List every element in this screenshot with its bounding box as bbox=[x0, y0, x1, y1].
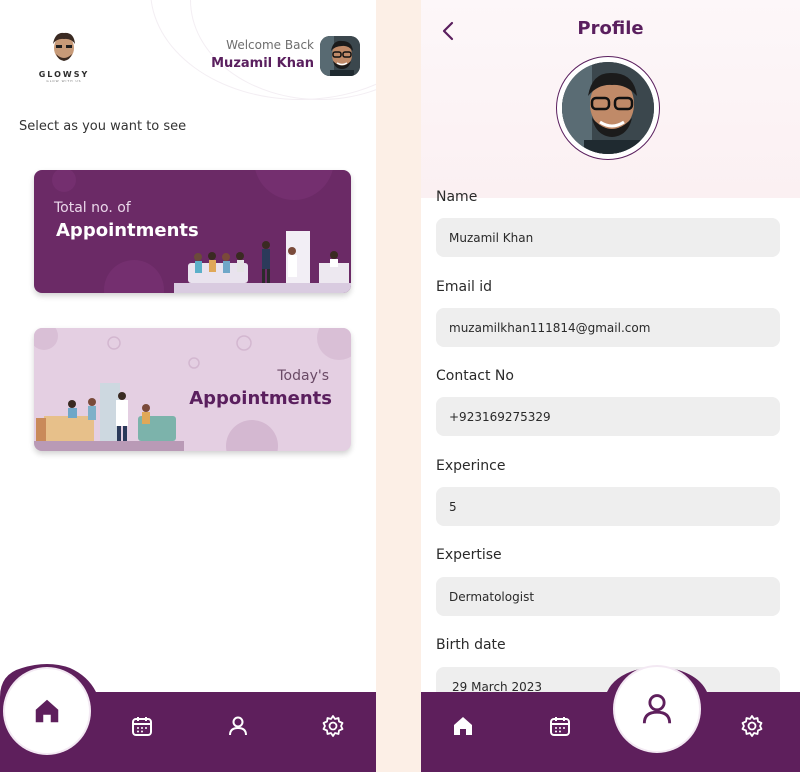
card-total-line1: Total no. of bbox=[54, 200, 131, 216]
logo-text: GLOWSY bbox=[38, 70, 90, 79]
settings-icon bbox=[322, 715, 344, 737]
card-today-line2: Appointments bbox=[189, 388, 332, 409]
settings-icon bbox=[741, 715, 763, 737]
nav-settings-button[interactable] bbox=[319, 712, 347, 740]
profile-screen: Profile Name Email id Contact No Experin… bbox=[421, 0, 800, 772]
name-field[interactable] bbox=[436, 218, 780, 257]
nav-home-button[interactable] bbox=[5, 669, 89, 753]
select-prompt: Select as you want to see bbox=[19, 119, 187, 134]
expertise-label: Expertise bbox=[436, 547, 502, 563]
user-photo bbox=[320, 36, 360, 76]
profile-avatar[interactable] bbox=[556, 56, 660, 160]
user-avatar[interactable] bbox=[320, 36, 360, 76]
contact-field[interactable] bbox=[436, 397, 780, 436]
nav-calendar-button[interactable] bbox=[546, 712, 574, 740]
user-name: Muzamil Khan bbox=[211, 56, 314, 71]
calendar-icon bbox=[132, 717, 152, 736]
contact-label: Contact No bbox=[436, 368, 514, 384]
nav-profile-button[interactable] bbox=[615, 667, 699, 751]
name-label: Name bbox=[436, 189, 478, 205]
nav-profile-button[interactable] bbox=[224, 712, 252, 740]
today-appointments-card[interactable]: Today's Appointments bbox=[34, 328, 351, 451]
birth-date-label: Birth date bbox=[436, 637, 506, 653]
nav-home-button[interactable] bbox=[449, 712, 477, 740]
welcome-block: Welcome Back Muzamil Khan bbox=[211, 38, 314, 71]
profile-photo-image bbox=[562, 62, 654, 154]
waiting-room-illustration bbox=[174, 231, 351, 293]
bottom-navigation bbox=[0, 662, 376, 772]
screen-divider bbox=[376, 0, 421, 772]
logo-tagline: GLOW WITH US bbox=[46, 79, 82, 83]
clinic-illustration bbox=[34, 383, 184, 451]
experience-label: Experince bbox=[436, 458, 506, 474]
page-title: Profile bbox=[577, 18, 644, 39]
expertise-field[interactable] bbox=[436, 577, 780, 616]
card-today-line1: Today's bbox=[277, 368, 329, 384]
bottom-navigation bbox=[421, 662, 800, 772]
glowsy-logo: GLOWSY GLOW WITH US bbox=[36, 30, 92, 83]
user-icon bbox=[642, 694, 672, 724]
email-label: Email id bbox=[436, 279, 493, 295]
home-icon bbox=[454, 717, 472, 735]
nav-calendar-button[interactable] bbox=[128, 712, 156, 740]
home-icon bbox=[35, 699, 59, 723]
user-icon bbox=[229, 716, 247, 736]
welcome-text: Welcome Back bbox=[226, 38, 314, 52]
home-screen: GLOWSY GLOW WITH US Welcome Back Muzamil… bbox=[0, 0, 376, 772]
experience-field[interactable] bbox=[436, 487, 780, 526]
total-appointments-card[interactable]: Total no. of Appointments bbox=[34, 170, 351, 293]
calendar-icon bbox=[550, 717, 570, 736]
logo-face-icon bbox=[53, 32, 75, 61]
nav-settings-button[interactable] bbox=[738, 712, 766, 740]
profile-photo bbox=[562, 62, 654, 154]
email-field[interactable] bbox=[436, 308, 780, 347]
